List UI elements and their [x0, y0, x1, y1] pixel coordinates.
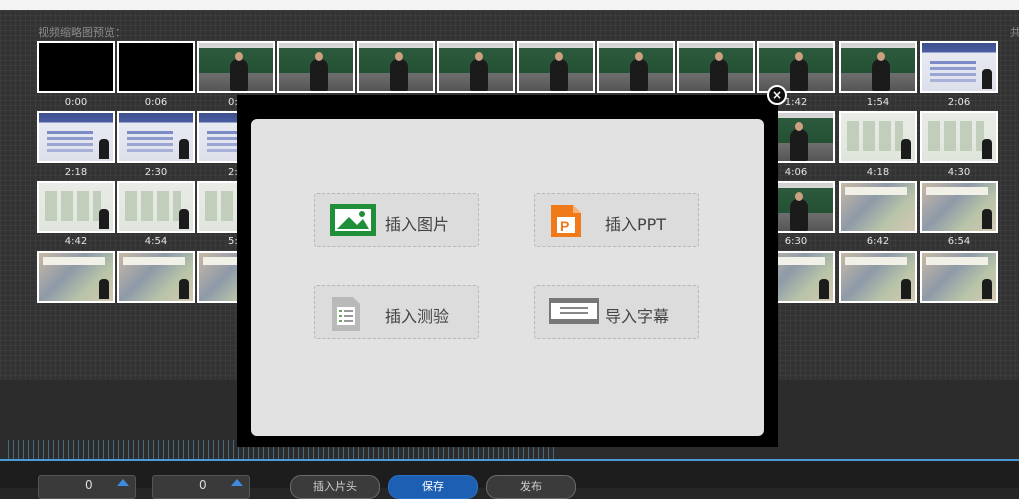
- bottom-toolbar: 0 0 插入片头 保存 发布: [0, 461, 1019, 499]
- thumbnail-time: 2:06: [947, 97, 971, 108]
- preview-title: 视频缩略图预览：: [38, 26, 126, 39]
- thumbnail-time: 4:30: [947, 167, 971, 178]
- thumbnail-time: 2:18: [64, 167, 88, 178]
- thumbnail[interactable]: [197, 41, 275, 93]
- thumbnail[interactable]: [920, 111, 998, 163]
- thumbnail[interactable]: [839, 251, 917, 303]
- thumbnail-time: 6:54: [947, 236, 971, 247]
- thumbnail[interactable]: [37, 41, 115, 93]
- thumbnail[interactable]: [117, 251, 195, 303]
- thumbnail[interactable]: [920, 251, 998, 303]
- thumbnail-time: 4:18: [866, 167, 890, 178]
- thumbnail-time: 4:42: [64, 236, 88, 247]
- insert-image-button[interactable]: 插入图片: [314, 193, 479, 247]
- thumbnail[interactable]: [37, 251, 115, 303]
- chevron-up-icon[interactable]: [231, 479, 243, 486]
- thumbnail[interactable]: [517, 41, 595, 93]
- thumbnail[interactable]: [920, 41, 998, 93]
- import-subtitles-button[interactable]: 导入字幕: [534, 285, 699, 339]
- ppt-icon: P: [549, 203, 583, 243]
- thumbnail-time: 4:54: [144, 236, 168, 247]
- thumbnail[interactable]: [437, 41, 515, 93]
- total-count-label: 共: [1010, 26, 1019, 39]
- top-strip: [0, 0, 1019, 10]
- thumbnail[interactable]: [839, 111, 917, 163]
- insert-image-label: 插入图片: [385, 215, 450, 234]
- thumbnail-time: 6:42: [866, 236, 890, 247]
- end-time-stepper[interactable]: 0: [152, 475, 250, 499]
- import-subtitles-label: 导入字幕: [605, 307, 670, 326]
- thumbnail-time: 2:30: [144, 167, 168, 178]
- stepper-value: 0: [199, 478, 207, 492]
- thumbnail[interactable]: [117, 41, 195, 93]
- thumbnail[interactable]: [839, 181, 917, 233]
- insert-intro-button[interactable]: 插入片头: [290, 475, 380, 499]
- thumbnail-time: 0:00: [64, 97, 88, 108]
- insert-quiz-button[interactable]: 插入测验: [314, 285, 479, 339]
- publish-button[interactable]: 发布: [486, 475, 576, 499]
- thumbnail[interactable]: [597, 41, 675, 93]
- thumbnail[interactable]: [277, 41, 355, 93]
- start-time-stepper[interactable]: 0: [38, 475, 136, 499]
- chevron-up-icon[interactable]: [117, 479, 129, 486]
- insert-modal: 插入图片 P 插入PPT 插入测验 导入字幕: [237, 95, 778, 447]
- insert-quiz-label: 插入测验: [385, 307, 450, 326]
- thumbnail[interactable]: [37, 111, 115, 163]
- thumbnail[interactable]: [920, 181, 998, 233]
- thumbnail[interactable]: [117, 111, 195, 163]
- save-button[interactable]: 保存: [388, 475, 478, 499]
- thumbnail[interactable]: [357, 41, 435, 93]
- insert-ppt-label: 插入PPT: [605, 215, 667, 234]
- thumbnail-time: 0:06: [144, 97, 168, 108]
- quiz-document-icon: [329, 295, 363, 337]
- close-icon[interactable]: ×: [767, 85, 787, 105]
- stepper-value: 0: [85, 478, 93, 492]
- insert-modal-panel: 插入图片 P 插入PPT 插入测验 导入字幕: [251, 119, 764, 436]
- thumbnail-time: 1:54: [866, 97, 890, 108]
- thumbnail[interactable]: [757, 41, 835, 93]
- thumbnail[interactable]: [37, 181, 115, 233]
- thumbnail[interactable]: [117, 181, 195, 233]
- insert-ppt-button[interactable]: P 插入PPT: [534, 193, 699, 247]
- thumbnail[interactable]: [677, 41, 755, 93]
- svg-text:P: P: [560, 218, 569, 234]
- subtitle-film-icon: [549, 295, 599, 331]
- thumbnail[interactable]: [839, 41, 917, 93]
- image-icon: [329, 203, 377, 241]
